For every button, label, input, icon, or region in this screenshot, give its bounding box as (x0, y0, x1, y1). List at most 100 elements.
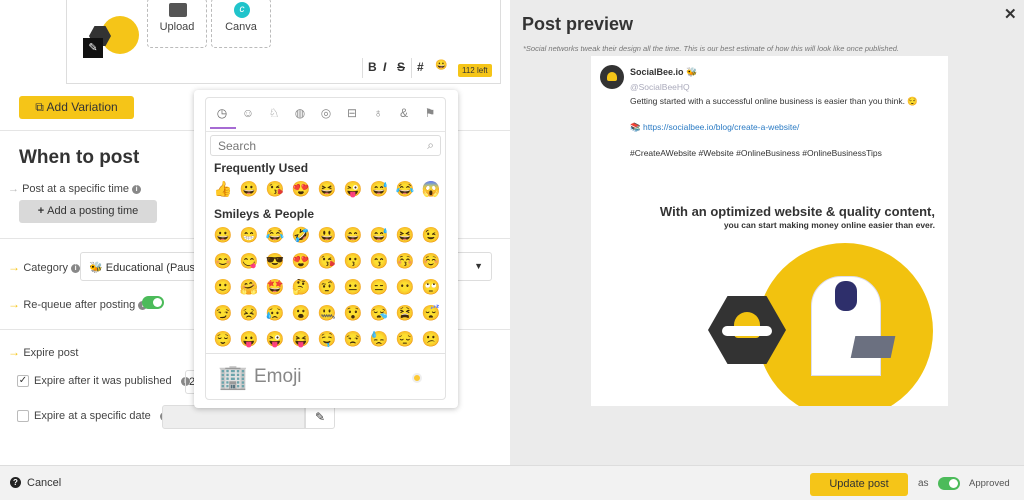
emoji-option[interactable]: 😅 (366, 226, 392, 244)
calendar-edit-icon[interactable]: ✎ (305, 405, 335, 429)
italic-button[interactable]: I (383, 60, 386, 74)
emoji-row: 🙂 🤗 🤩 🤔 🤨 😐 😑 😶 🙄 (210, 278, 444, 296)
emoji-option[interactable]: ☺️ (418, 252, 444, 270)
emoji-option[interactable]: 😝 (288, 330, 314, 348)
emoji-button[interactable]: 😀 (435, 60, 447, 71)
emoji-option[interactable]: 🤐 (314, 304, 340, 322)
emoji-option[interactable]: 😙 (366, 252, 392, 270)
emoji-search-input[interactable]: Search ⌕ (210, 135, 441, 156)
flags-category-icon[interactable]: ⚑ (420, 106, 440, 120)
hashtag-button[interactable]: # (417, 60, 424, 74)
emoji-option[interactable]: 🙂 (210, 278, 236, 296)
strikethrough-button[interactable]: S (397, 60, 405, 74)
media-thumbnail[interactable]: ✎ (83, 16, 139, 62)
expire-specific-date-checkbox[interactable] (17, 410, 29, 422)
emoji-option[interactable]: 😜 (340, 180, 366, 198)
emoji-option[interactable]: 😀 (210, 226, 236, 244)
emoji-row: 😌 😛 😜 😝 🤤 😒 😓 😔 😕 (210, 330, 444, 348)
post-link[interactable]: https://socialbee.io/blog/create-a-websi… (643, 122, 799, 132)
emoji-option[interactable]: 😄 (340, 226, 366, 244)
animals-category-icon[interactable]: ♘ (264, 106, 284, 120)
emoji-option[interactable]: 🤔 (288, 278, 314, 296)
emoji-option[interactable]: 😊 (210, 252, 236, 270)
preview-emoji: 🏢 (218, 364, 248, 391)
emoji-option[interactable]: 🤣 (288, 226, 314, 244)
emoji-option[interactable]: 😓 (366, 330, 392, 348)
emoji-option[interactable]: 😅 (366, 180, 392, 198)
emoji-option[interactable]: 😆 (314, 180, 340, 198)
emoji-option[interactable]: 😑 (366, 278, 392, 296)
close-icon[interactable]: ✕ (1004, 5, 1017, 23)
emoji-option[interactable]: 😫 (392, 304, 418, 322)
emoji-option[interactable]: 👍 (210, 180, 236, 198)
emoji-option[interactable]: 😁 (236, 226, 262, 244)
emoji-option[interactable]: 😂 (262, 226, 288, 244)
cancel-button[interactable]: Cancel (27, 477, 61, 489)
emoji-option[interactable]: 😏 (210, 304, 236, 322)
emoji-option[interactable]: 😃 (314, 226, 340, 244)
emoji-option[interactable]: 😆 (392, 226, 418, 244)
requeue-toggle[interactable] (142, 296, 164, 309)
recent-category-icon[interactable]: ◷ (212, 106, 232, 120)
emoji-option[interactable]: 😣 (236, 304, 262, 322)
emoji-option[interactable]: 😜 (262, 330, 288, 348)
emoji-option[interactable]: 😀 (236, 180, 262, 198)
emoji-option[interactable]: 😉 (418, 226, 444, 244)
smileys-category-icon[interactable]: ☺ (238, 106, 258, 120)
expire-date-input[interactable] (162, 405, 305, 429)
emoji-option[interactable]: 😔 (392, 330, 418, 348)
emoji-option[interactable]: 😒 (340, 330, 366, 348)
emoji-option[interactable]: 😴 (418, 304, 444, 322)
emoji-option[interactable]: 🤩 (262, 278, 288, 296)
account-name: SocialBee.io 🐝 (630, 67, 698, 77)
emoji-option[interactable]: 😛 (236, 330, 262, 348)
emoji-option[interactable]: 😯 (340, 304, 366, 322)
emoji-option[interactable]: 🙄 (418, 278, 444, 296)
emoji-option[interactable]: 🤗 (236, 278, 262, 296)
emoji-option[interactable]: 😐 (340, 278, 366, 296)
food-category-icon[interactable]: ◍ (290, 106, 310, 120)
help-icon[interactable]: ? (10, 477, 21, 488)
smileys-heading: Smileys & People (214, 207, 315, 221)
emoji-option[interactable]: 🤤 (314, 330, 340, 348)
emoji-option[interactable]: 😍 (288, 252, 314, 270)
emoji-option[interactable]: 😚 (392, 252, 418, 270)
emoji-option[interactable]: 😶 (392, 278, 418, 296)
upload-button[interactable]: Upload (147, 0, 207, 48)
emoji-option[interactable]: 😗 (340, 252, 366, 270)
when-to-post-heading: When to post (19, 147, 140, 168)
emoji-option[interactable]: 😂 (392, 180, 418, 198)
canva-button[interactable]: c Canva (211, 0, 271, 48)
edit-icon[interactable]: ✎ (83, 38, 103, 58)
travel-category-icon[interactable]: ⊟ (342, 106, 362, 120)
add-variation-button[interactable]: ⧉ Add Variation (19, 96, 134, 119)
emoji-option[interactable]: 😋 (236, 252, 262, 270)
emoji-option[interactable]: 😕 (418, 330, 444, 348)
emoji-option[interactable]: 😱 (418, 180, 444, 198)
frequent-emoji-row: 👍 😀 😘 😍 😆 😜 😅 😂 😱 (210, 180, 444, 198)
approved-toggle[interactable] (938, 477, 960, 490)
approval-status: Approved (969, 478, 1010, 489)
frequently-used-heading: Frequently Used (214, 161, 309, 175)
bee-icon: 🐝 (89, 262, 106, 274)
skin-tone-button[interactable] (412, 373, 422, 383)
bold-button[interactable]: B (368, 60, 377, 74)
post-editor[interactable]: ✎ Upload c Canva B I S # 😀 (66, 0, 501, 84)
expire-post-label: → Expire post (8, 345, 79, 359)
emoji-option[interactable]: 🤨 (314, 278, 340, 296)
emoji-option[interactable]: 😘 (314, 252, 340, 270)
emoji-option[interactable]: 😎 (262, 252, 288, 270)
symbols-category-icon[interactable]: & (394, 106, 414, 120)
update-post-button[interactable]: Update post (810, 473, 908, 496)
emoji-option[interactable]: 😥 (262, 304, 288, 322)
emoji-option[interactable]: 😘 (262, 180, 288, 198)
emoji-option[interactable]: 😪 (366, 304, 392, 322)
emoji-option[interactable]: 😮 (288, 304, 314, 322)
add-posting-time-button[interactable]: + Add a posting time (19, 200, 157, 223)
activity-category-icon[interactable]: ◎ (316, 106, 336, 120)
objects-category-icon[interactable]: ♁ (368, 106, 388, 120)
expire-after-published-checkbox[interactable]: ✓ (17, 375, 29, 387)
expire-after-published-label: Expire after it was published i (34, 375, 190, 387)
emoji-option[interactable]: 😌 (210, 330, 236, 348)
emoji-option[interactable]: 😍 (288, 180, 314, 198)
